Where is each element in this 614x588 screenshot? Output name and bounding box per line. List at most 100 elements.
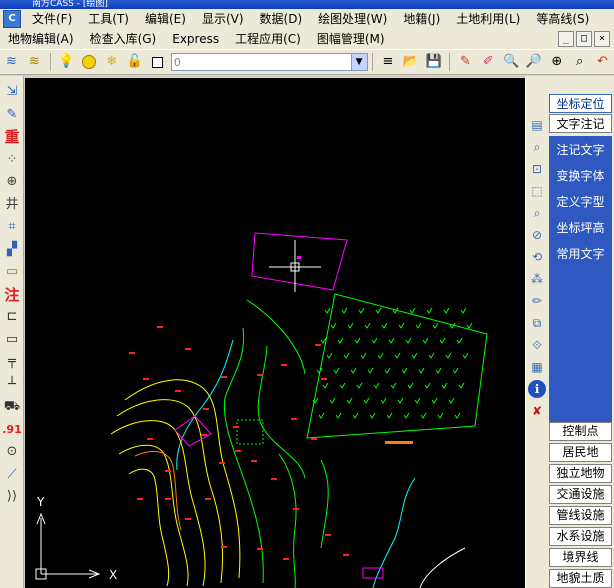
field-symbol (398, 322, 405, 329)
menu-file[interactable]: 文件(F) (24, 9, 80, 29)
tab-coordinate-locate[interactable]: 坐标定位 (549, 94, 612, 113)
title-bar: 南方CASS - [绘图] (0, 0, 614, 9)
rt-info-icon[interactable]: ℹ (528, 380, 546, 398)
menu-feature-edit[interactable]: 地物编辑(A) (0, 29, 82, 49)
eraser-icon[interactable]: ✐ (480, 53, 497, 71)
menu-sheet-management[interactable]: 图幅管理(M) (309, 29, 393, 49)
category-button[interactable]: 地貌土质 (549, 569, 612, 588)
color-square-icon[interactable] (149, 53, 166, 71)
contour-orange (134, 450, 182, 531)
menu-view[interactable]: 显示(V) (194, 9, 252, 29)
tool-edit-icon[interactable]: ✎ (2, 105, 22, 125)
rt-select-icon[interactable]: ⊡ (528, 160, 546, 178)
field-symbol (350, 367, 357, 374)
layers-icon[interactable]: ≋ (3, 53, 20, 71)
rt-copy-icon[interactable]: ⧉ (528, 314, 546, 332)
tab-text-annotation[interactable]: 文字注记 (549, 114, 612, 133)
tool-rectangle-icon[interactable]: ▭ (2, 330, 22, 350)
rt-rotate-icon[interactable]: ⟲ (528, 248, 546, 266)
mdi-close-button[interactable]: × (594, 31, 610, 47)
elevation-labels (129, 326, 349, 560)
cass-app-icon[interactable]: C (3, 10, 21, 28)
tool-hatch-icon[interactable]: ▞ (2, 240, 22, 260)
zoom-realtime-icon[interactable]: 🔍 (503, 53, 520, 71)
open-folder-icon[interactable]: 📂 (402, 53, 419, 71)
text-list-item[interactable]: 注记文字 (549, 142, 612, 158)
tool-target-icon[interactable]: ⊙ (2, 442, 22, 462)
text-list-item[interactable]: 变换字体 (549, 168, 612, 184)
mdi-minimize-button[interactable]: _ (558, 31, 574, 47)
category-button[interactable]: 控制点 (549, 422, 612, 441)
text-list-item[interactable]: 定义字型 (549, 194, 612, 210)
layer-states-icon[interactable]: ≋ (26, 53, 43, 71)
menu-contour[interactable]: 等高线(S) (528, 9, 597, 29)
orange-marker (385, 441, 413, 444)
tool-ruler-icon[interactable]: ▭ (2, 262, 22, 282)
field-symbol (439, 337, 446, 344)
mdi-restore-button[interactable]: □ (576, 31, 592, 47)
menu-land-use[interactable]: 土地利用(L) (448, 9, 528, 29)
tool-elevation-icon[interactable]: .91 (2, 420, 22, 440)
zoom-all-icon[interactable]: ⊕ (548, 53, 565, 71)
field-symbol (335, 412, 342, 419)
category-button[interactable]: 管线设施 (549, 506, 612, 525)
menu-icon[interactable]: ≡ (380, 53, 397, 71)
elevation-point (251, 460, 257, 462)
menu-engineering[interactable]: 工程应用(C) (227, 29, 309, 49)
category-button[interactable]: 独立地物 (549, 464, 612, 483)
menu-edit[interactable]: 编辑(E) (137, 9, 194, 29)
category-button[interactable]: 境界线 (549, 548, 612, 567)
tool-fence-icon[interactable]: ╤ (2, 352, 22, 372)
menu-cadastre[interactable]: 地籍(J) (395, 9, 448, 29)
menu-express[interactable]: Express (164, 29, 227, 49)
pencil-icon[interactable]: ✎ (457, 53, 474, 71)
save-icon[interactable]: 💾 (425, 53, 442, 71)
tool-wall-icon[interactable]: ┴ (2, 375, 22, 395)
rt-zoom-in-icon[interactable]: ⌕ (528, 204, 546, 222)
rt-pencil-icon[interactable]: ✏ (528, 292, 546, 310)
zoom-window-icon[interactable]: 🔎 (526, 53, 543, 71)
magenta-parcel (251, 232, 348, 291)
undo-icon[interactable]: ↶ (594, 53, 611, 71)
tool-redraw-icon[interactable]: 重 (2, 127, 22, 147)
category-button[interactable]: 水系设施 (549, 527, 612, 546)
tool-line-icon[interactable]: ⟋ (2, 465, 22, 485)
rt-zoom-window-icon[interactable]: ⌕ (528, 138, 546, 156)
tool-vehicle-icon[interactable]: ⛟ (2, 397, 22, 417)
menu-data[interactable]: 数据(D) (252, 9, 311, 29)
tool-expand-icon[interactable]: ⟩⟩ (2, 487, 22, 507)
rt-zoom-out-icon[interactable]: ⊘ (528, 226, 546, 244)
rt-nodes-icon[interactable]: ⁂ (528, 270, 546, 288)
menu-tools[interactable]: 工具(T) (80, 9, 137, 29)
tool-polygon-icon[interactable]: ⌗ (2, 217, 22, 237)
freeze-icon[interactable]: ❄ (103, 53, 120, 71)
tool-points-icon[interactable]: ⁘ (2, 150, 22, 170)
rt-layers-icon[interactable]: ▤ (528, 116, 546, 134)
text-list-item[interactable]: 坐标坪高 (549, 220, 612, 236)
rt-table-icon[interactable]: ▦ (528, 358, 546, 376)
rt-diamond-icon[interactable]: ⟐ (528, 336, 546, 354)
category-button[interactable]: 交通设施 (549, 485, 612, 504)
contour-yellow-2 (116, 399, 223, 584)
menu-check-import[interactable]: 检查入库(G) (82, 29, 165, 49)
tool-annotate-icon[interactable]: 注 (2, 285, 22, 305)
bulb-icon[interactable]: 💡 (58, 53, 75, 71)
lock-icon[interactable]: 🔓 (126, 53, 143, 71)
category-button[interactable]: 居民地 (549, 443, 612, 462)
tool-grid-icon[interactable]: 井 (2, 195, 22, 215)
rt-frame-icon[interactable]: ⬚ (528, 182, 546, 200)
field-symbol (418, 367, 425, 374)
field-symbol (322, 382, 329, 389)
tool-corner-icon[interactable]: ⊏ (2, 307, 22, 327)
tool-pointer-icon[interactable]: ⇲ (2, 82, 22, 102)
layer-select[interactable]: 0 ▼ (170, 53, 368, 71)
sun-icon[interactable] (80, 53, 97, 71)
chevron-down-icon[interactable]: ▼ (350, 54, 367, 70)
field-symbol (381, 322, 388, 329)
drawing-canvas[interactable]: Y X (25, 78, 525, 588)
rt-delete-icon[interactable]: ✘ (528, 402, 546, 420)
menu-drawing-process[interactable]: 绘图处理(W) (310, 9, 395, 29)
zoom-previous-icon[interactable]: ⌕ (571, 53, 588, 71)
text-list-item[interactable]: 常用文字 (549, 246, 612, 262)
tool-circle-icon[interactable]: ⊕ (2, 172, 22, 192)
